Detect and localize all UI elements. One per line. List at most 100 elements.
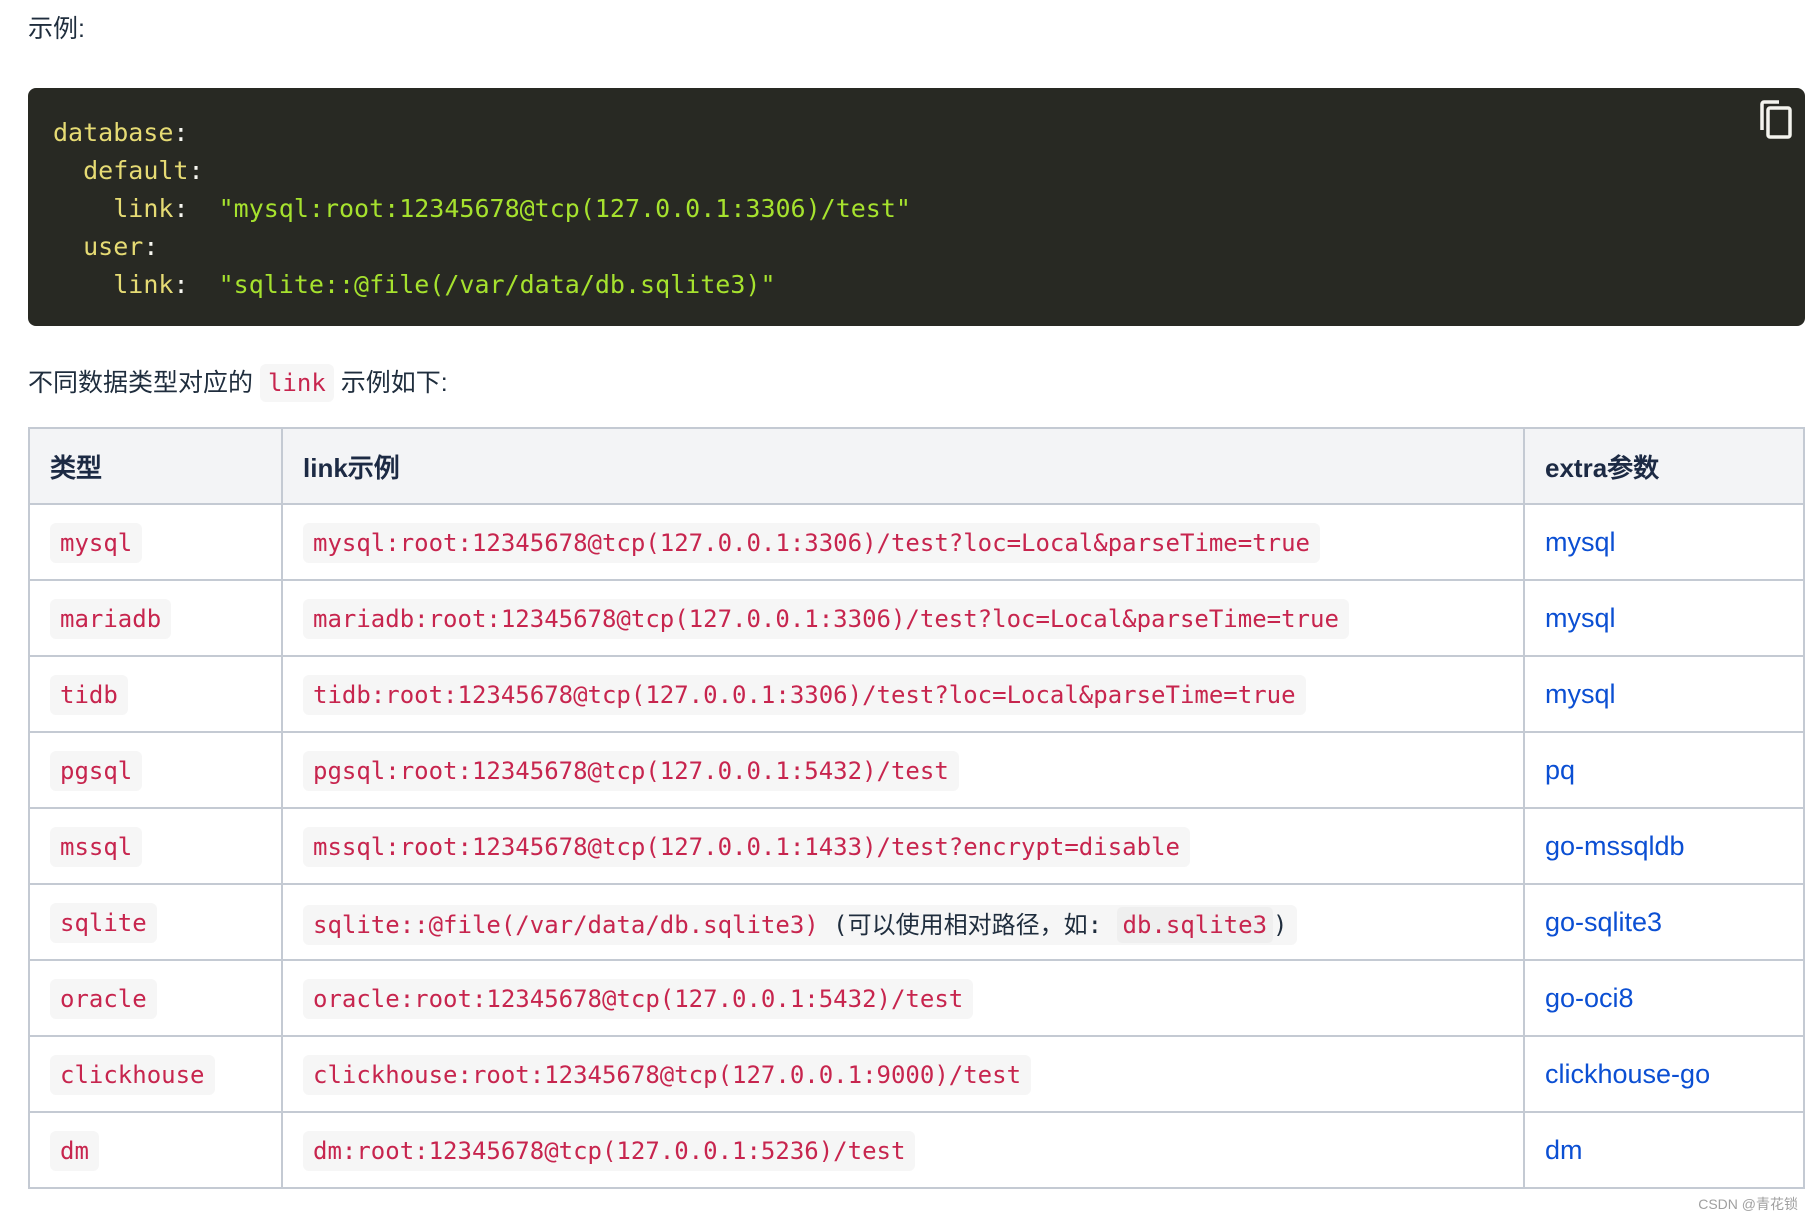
extra-param-link[interactable]: pq (1545, 755, 1575, 785)
cell-type: tidb (28, 655, 283, 733)
code-key: default (83, 156, 189, 185)
link-code: mariadb:root:12345678@tcp(127.0.0.1:3306… (313, 604, 1339, 633)
link-code: oracle:root:12345678@tcp(127.0.0.1:5432)… (313, 984, 964, 1013)
type-code: mariadb (50, 598, 172, 639)
code-colon: : (173, 118, 189, 147)
type-code: sqlite (50, 902, 157, 943)
link-code-block: tidb:root:12345678@tcp(127.0.0.1:3306)/t… (303, 674, 1306, 715)
link-code: pgsql:root:12345678@tcp(127.0.0.1:5432)/… (313, 756, 949, 785)
table-intro-paragraph: 不同数据类型对应的 link 示例如下: (28, 363, 448, 403)
code-line: default: (53, 156, 204, 185)
copy-button[interactable] (1759, 100, 1793, 140)
cell-link-example: dm:root:12345678@tcp(127.0.0.1:5236)/tes… (281, 1111, 1525, 1189)
extra-param-link[interactable]: mysql (1545, 679, 1616, 709)
code-line: link: "mysql:root:12345678@tcp(127.0.0.1… (53, 194, 911, 223)
type-code: oracle (50, 978, 157, 1019)
watermark: CSDN @青花锁 (1698, 1196, 1798, 1212)
extra-param-link[interactable]: clickhouse-go (1545, 1059, 1710, 1089)
type-code: clickhouse (50, 1054, 215, 1095)
type-code: pgsql (50, 750, 143, 791)
link-code-block: mariadb:root:12345678@tcp(127.0.0.1:3306… (303, 598, 1349, 639)
code-line: user: (53, 232, 158, 261)
database-link-table: 类型 link示例 extra参数 mysql mysql:root:123456… (28, 427, 1805, 1189)
table-row: oracle oracle:root:12345678@tcp(127.0.0.1… (28, 959, 1805, 1037)
code-key: user (83, 232, 144, 261)
link-code: tidb:root:12345678@tcp(127.0.0.1:3306)/t… (313, 680, 1296, 709)
header-extra-params: extra参数 (1523, 427, 1805, 505)
cell-link-example: mssql:root:12345678@tcp(127.0.0.1:1433)/… (281, 807, 1525, 885)
table-row: tidb tidb:root:12345678@tcp(127.0.0.1:330… (28, 655, 1805, 733)
cell-type: clickhouse (28, 1035, 283, 1113)
extra-param-link[interactable]: go-oci8 (1545, 983, 1634, 1013)
cell-link-example: mysql:root:12345678@tcp(127.0.0.1:3306)/… (281, 503, 1525, 581)
type-code: mssql (50, 826, 143, 867)
cell-type: dm (28, 1111, 283, 1189)
table-row: sqlite sqlite::@file(/var/data/db.sqlite3… (28, 883, 1805, 961)
code-colon: : (173, 194, 219, 223)
cell-type: sqlite (28, 883, 283, 961)
code-colon: : (173, 270, 219, 299)
link-code: mssql:root:12345678@tcp(127.0.0.1:1433)/… (313, 832, 1180, 861)
link-code-block: clickhouse:root:12345678@tcp(127.0.0.1:9… (303, 1054, 1032, 1095)
table-header-row: 类型 link示例 extra参数 (28, 427, 1805, 505)
extra-param-link[interactable]: go-mssqldb (1545, 831, 1685, 861)
code-string-value: "sqlite::@file(/var/data/db.sqlite3)" (218, 270, 776, 299)
cell-extra: pq (1523, 731, 1805, 809)
cell-type: mysql (28, 503, 283, 581)
cell-extra: clickhouse-go (1523, 1035, 1805, 1113)
type-code: tidb (50, 674, 128, 715)
note-code: db.sqlite3 (1116, 906, 1274, 943)
table-row: mssql mssql:root:12345678@tcp(127.0.0.1:1… (28, 807, 1805, 885)
table-row: mysql mysql:root:12345678@tcp(127.0.0.1:3… (28, 503, 1805, 581)
code-content: database: default: link: "mysql:root:123… (53, 114, 1780, 304)
intro-text: 示例: (28, 15, 85, 43)
table-row: dm dm:root:12345678@tcp(127.0.0.1:5236)/t… (28, 1111, 1805, 1189)
link-code: sqlite::@file(/var/data/db.sqlite3) (313, 910, 819, 939)
header-type: 类型 (28, 427, 283, 505)
link-note: (可以使用相对路径，如: (818, 910, 1117, 939)
copy-icon (1760, 100, 1792, 139)
link-code-block: dm:root:12345678@tcp(127.0.0.1:5236)/tes… (303, 1130, 916, 1171)
code-colon: : (188, 156, 204, 185)
cell-extra: go-sqlite3 (1523, 883, 1805, 961)
paragraph-text-after: 示例如下: (340, 369, 448, 397)
cell-link-example: pgsql:root:12345678@tcp(127.0.0.1:5432)/… (281, 731, 1525, 809)
cell-type: mssql (28, 807, 283, 885)
link-code-block: oracle:root:12345678@tcp(127.0.0.1:5432)… (303, 978, 974, 1019)
cell-extra: mysql (1523, 579, 1805, 657)
code-block: database: default: link: "mysql:root:123… (28, 88, 1805, 326)
code-key: link (113, 270, 174, 299)
cell-link-example: mariadb:root:12345678@tcp(127.0.0.1:3306… (281, 579, 1525, 657)
cell-extra: go-mssqldb (1523, 807, 1805, 885)
note-end: ) (1273, 910, 1288, 939)
extra-param-link[interactable]: mysql (1545, 603, 1616, 633)
code-key: link (113, 194, 174, 223)
cell-extra: dm (1523, 1111, 1805, 1189)
cell-extra: mysql (1523, 655, 1805, 733)
cell-link-example: tidb:root:12345678@tcp(127.0.0.1:3306)/t… (281, 655, 1525, 733)
table-row: pgsql pgsql:root:12345678@tcp(127.0.0.1:5… (28, 731, 1805, 809)
cell-type: oracle (28, 959, 283, 1037)
type-code: dm (50, 1130, 99, 1171)
header-link-example: link示例 (281, 427, 1525, 505)
cell-link-example: sqlite::@file(/var/data/db.sqlite3) (可以使… (281, 883, 1525, 961)
cell-link-example: clickhouse:root:12345678@tcp(127.0.0.1:9… (281, 1035, 1525, 1113)
extra-param-link[interactable]: mysql (1545, 527, 1616, 557)
link-code-block: sqlite::@file(/var/data/db.sqlite3) (可以使… (303, 904, 1298, 945)
extra-param-link[interactable]: go-sqlite3 (1545, 907, 1662, 937)
inline-code-link: link (259, 364, 334, 402)
cell-type: mariadb (28, 579, 283, 657)
code-colon: : (143, 232, 159, 261)
extra-param-link[interactable]: dm (1545, 1135, 1583, 1165)
paragraph-text-before: 不同数据类型对应的 (28, 369, 254, 397)
code-string-value: "mysql:root:12345678@tcp(127.0.0.1:3306)… (218, 194, 911, 223)
cell-link-example: oracle:root:12345678@tcp(127.0.0.1:5432)… (281, 959, 1525, 1037)
code-key: database (53, 118, 174, 147)
code-line: database: (53, 118, 188, 147)
link-code-block: pgsql:root:12345678@tcp(127.0.0.1:5432)/… (303, 750, 959, 791)
link-code: dm:root:12345678@tcp(127.0.0.1:5236)/tes… (313, 1136, 906, 1165)
type-code: mysql (50, 522, 143, 563)
cell-extra: go-oci8 (1523, 959, 1805, 1037)
link-code: clickhouse:root:12345678@tcp(127.0.0.1:9… (313, 1060, 1022, 1089)
cell-extra: mysql (1523, 503, 1805, 581)
